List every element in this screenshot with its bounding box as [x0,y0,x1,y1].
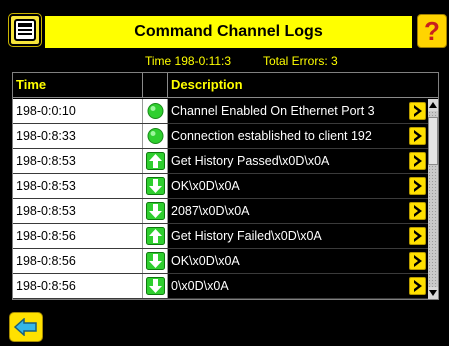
page-title: Command Channel Logs [45,16,412,48]
scroll-up-icon[interactable] [428,99,438,111]
scroll-down-icon[interactable] [428,287,438,299]
table-row[interactable]: 198-0:8:53 2087\x0D\x0A [13,199,428,224]
status-line: Time 198-0:11:3 Total Errors: 3 [0,53,449,69]
log-time: 198-0:8:53 [13,199,143,223]
arrow-down-icon [146,277,165,295]
green-dot-icon [146,127,165,145]
log-description: Connection established to client 192 [168,124,406,148]
current-time: Time 198-0:11:3 [145,54,232,68]
details-arrow-icon[interactable] [409,177,426,195]
log-time: 198-0:0:10 [13,99,143,123]
log-table: Time Description 198-0:0:10 Channel Enabl… [12,72,439,300]
table-header: Time Description [13,73,438,98]
menu-button[interactable] [9,14,41,46]
total-errors: Total Errors: 3 [263,54,338,68]
green-dot-icon [146,102,165,120]
column-header-icon [143,73,168,97]
table-row[interactable]: 198-0:8:56 0\x0D\x0A [13,274,428,299]
log-description: OK\x0D\x0A [168,174,406,198]
page-title-text: Command Channel Logs [134,23,323,40]
log-time: 198-0:8:56 [13,249,143,273]
table-row[interactable]: 198-0:0:10 Channel Enabled On Ethernet Po… [13,99,428,124]
details-arrow-icon[interactable] [409,227,426,245]
details-arrow-icon[interactable] [409,202,426,220]
table-row[interactable]: 198-0:8:56 Get History Failed\x0D\x0A [13,224,428,249]
column-header-time: Time [13,73,143,97]
table-row[interactable]: 198-0:8:33 Connection established to clie… [13,124,428,149]
log-time: 198-0:8:53 [13,149,143,173]
details-arrow-icon[interactable] [409,127,426,145]
details-arrow-icon[interactable] [409,277,426,295]
scroll-thumb[interactable] [428,117,438,165]
help-button[interactable]: ? [417,14,447,48]
vertical-scrollbar[interactable] [428,99,438,299]
arrow-down-icon [146,177,165,195]
arrow-up-icon [146,227,165,245]
arrow-up-icon [146,152,165,170]
log-description: Channel Enabled On Ethernet Port 3 [168,99,406,123]
details-arrow-icon[interactable] [409,252,426,270]
log-description: OK\x0D\x0A [168,249,406,273]
back-arrow-icon [14,318,37,336]
details-arrow-icon[interactable] [409,102,426,120]
log-description: Get History Failed\x0D\x0A [168,224,406,248]
log-time: 198-0:8:56 [13,224,143,248]
arrow-down-icon [146,202,165,220]
log-description: 0\x0D\x0A [168,274,406,298]
help-icon: ? [424,15,440,46]
arrow-down-icon [146,252,165,270]
log-time: 198-0:8:53 [13,174,143,198]
table-row[interactable]: 198-0:8:56 OK\x0D\x0A [13,249,428,274]
log-time: 198-0:8:33 [13,124,143,148]
table-row[interactable]: 198-0:8:53 OK\x0D\x0A [13,174,428,199]
table-row[interactable]: 198-0:8:53 Get History Passed\x0D\x0A [13,149,428,174]
log-description: Get History Passed\x0D\x0A [168,149,406,173]
back-button[interactable] [9,312,43,342]
details-arrow-icon[interactable] [409,152,426,170]
column-header-description: Description [171,77,243,92]
document-list-icon [14,19,36,41]
log-time: 198-0:8:56 [13,274,143,298]
table-body: 198-0:0:10 Channel Enabled On Ethernet Po… [13,99,428,299]
log-description: 2087\x0D\x0A [168,199,406,223]
